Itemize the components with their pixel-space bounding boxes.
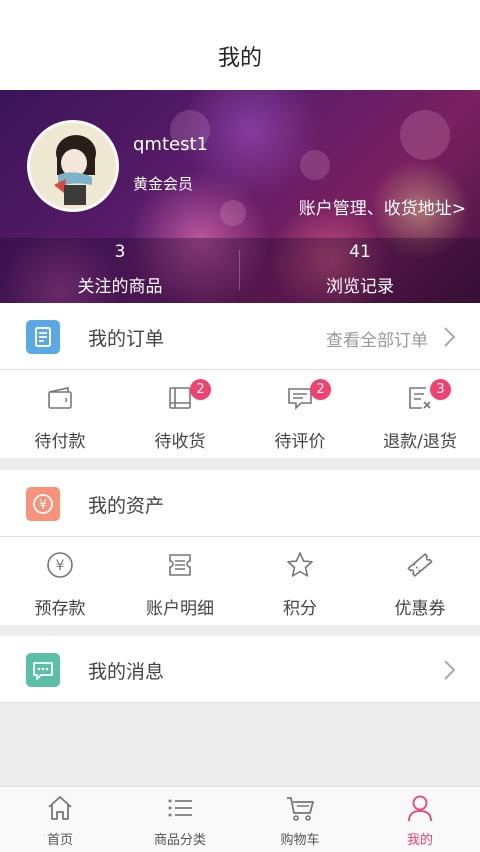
stat-count: 41	[349, 242, 371, 262]
stat-label: 浏览记录	[326, 277, 394, 297]
avatar-illustration-icon	[30, 123, 116, 209]
order-list-icon	[26, 320, 60, 354]
order-status-label: 退款/退货	[383, 432, 457, 452]
svg-text:¥: ¥	[39, 498, 47, 513]
bokeh-decoration	[220, 200, 246, 226]
bokeh-decoration	[400, 110, 450, 160]
avatar[interactable]	[27, 120, 119, 212]
assets-row: ¥ 预存款 账户明细 积分 优惠券	[0, 537, 480, 625]
yen-circle-icon: ¥	[47, 552, 73, 578]
order-status-pending-review[interactable]: 2 待评价	[240, 370, 360, 458]
assets-header-row[interactable]: ¥ 我的资产	[0, 470, 480, 537]
list-icon	[168, 799, 192, 817]
account-management-link[interactable]: 账户管理、收货地址>	[299, 194, 466, 219]
tab-categories[interactable]: 商品分类	[120, 787, 240, 852]
order-status-label: 待评价	[274, 432, 326, 452]
badge-count: 2	[190, 379, 211, 400]
coupon-icon	[407, 552, 433, 578]
page-title: 我的	[217, 46, 262, 71]
asset-prepaid[interactable]: ¥ 预存款	[0, 537, 120, 625]
order-status-label: 待收货	[154, 432, 206, 452]
profile-stats: 3 关注的商品 41 浏览记录	[0, 238, 480, 303]
asset-label: 积分	[283, 599, 317, 619]
asset-coupons[interactable]: 优惠券	[360, 537, 480, 625]
view-all-orders-link[interactable]: 查看全部订单	[326, 326, 428, 351]
order-status-pending-payment[interactable]: 待付款	[0, 370, 120, 458]
asset-account-details[interactable]: 账户明细	[120, 537, 240, 625]
person-icon	[408, 795, 432, 822]
orders-header-row[interactable]: 我的订单 查看全部订单	[0, 303, 480, 370]
messages-row[interactable]: 我的消息	[0, 636, 480, 703]
tab-cart[interactable]: 购物车	[240, 787, 360, 852]
ticket-list-icon	[169, 554, 191, 576]
cart-icon	[287, 797, 314, 821]
svg-text:¥: ¥	[56, 558, 65, 574]
bokeh-decoration	[300, 150, 330, 180]
messages-title: 我的消息	[88, 661, 165, 683]
tab-label: 首页	[46, 833, 73, 848]
chat-bubble-icon	[26, 653, 60, 687]
asset-label: 优惠券	[394, 599, 446, 619]
orders-status-row: 待付款 2 待收货 2 待评价 3 退款/退货	[0, 370, 480, 458]
member-level: 黄金会员	[133, 175, 194, 193]
order-status-label: 待付款	[34, 432, 86, 452]
username: qmtest1	[133, 134, 208, 155]
bottom-tab-bar: 首页 商品分类 购物车 我的	[0, 786, 480, 852]
tab-label: 我的	[406, 833, 433, 848]
stat-browse-history[interactable]: 41 浏览记录	[240, 238, 480, 303]
profile-banner: qmtest1 黄金会员 账户管理、收货地址> 3 关注的商品 41 浏览记录	[0, 90, 480, 303]
stat-label: 关注的商品	[77, 277, 163, 297]
assets-title: 我的资产	[88, 495, 165, 517]
tab-home[interactable]: 首页	[0, 787, 120, 852]
stat-followed-products[interactable]: 3 关注的商品	[0, 238, 240, 303]
tab-profile[interactable]: 我的	[360, 787, 480, 852]
order-status-pending-receipt[interactable]: 2 待收货	[120, 370, 240, 458]
chevron-right-icon	[444, 327, 456, 347]
star-icon	[287, 552, 313, 577]
home-icon	[48, 796, 72, 820]
order-status-refund[interactable]: 3 退款/退货	[360, 370, 480, 458]
tab-label: 购物车	[280, 833, 320, 848]
asset-points[interactable]: 积分	[240, 537, 360, 625]
badge-count: 2	[310, 379, 331, 400]
asset-label: 账户明细	[146, 599, 214, 619]
top-header: 我的	[0, 0, 480, 90]
tab-label: 商品分类	[153, 833, 206, 848]
orders-title: 我的订单	[88, 328, 165, 350]
chevron-right-icon	[444, 660, 456, 680]
yen-icon: ¥	[26, 487, 60, 521]
asset-label: 预存款	[34, 599, 86, 619]
badge-count: 3	[430, 379, 451, 400]
wallet-icon	[48, 387, 72, 409]
stat-count: 3	[114, 242, 126, 262]
